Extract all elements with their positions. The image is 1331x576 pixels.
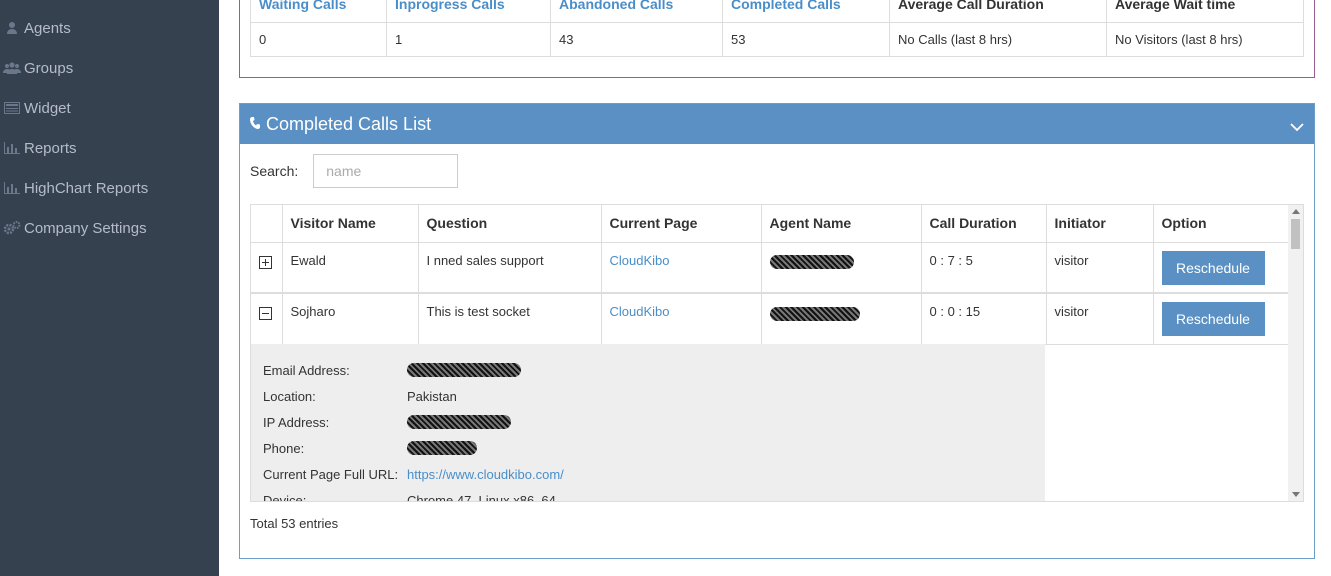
- panel-title: Completed Calls List: [266, 113, 432, 134]
- sidebar-item-company-settings[interactable]: Company Settings: [0, 208, 219, 248]
- stat-value-waiting: 0: [250, 22, 387, 57]
- sidebar: Agents Groups Widget Reports HighChart R…: [0, 0, 219, 576]
- col-expand: [251, 205, 283, 243]
- col-question[interactable]: Question: [418, 205, 602, 243]
- visitor-details: Email Address: Location: Pakistan IP Add…: [251, 344, 1045, 502]
- redacted-ip: [407, 415, 511, 429]
- search-row: Search:: [250, 154, 459, 188]
- table-header-row: Visitor Name Question Current Page Agent…: [251, 205, 1289, 243]
- users-icon: [0, 61, 24, 75]
- search-input[interactable]: [313, 154, 459, 188]
- gears-icon: [0, 221, 24, 235]
- search-label: Search:: [250, 163, 299, 179]
- sidebar-item-agents[interactable]: Agents: [0, 8, 219, 48]
- completed-calls-panel: Completed Calls List Search: Visitor Nam…: [239, 103, 1315, 559]
- question: I nned sales support: [418, 242, 602, 294]
- detail-url: Current Page Full URL: https://www.cloud…: [263, 466, 564, 482]
- scroll-down-icon[interactable]: [1292, 492, 1300, 497]
- col-current-page[interactable]: Current Page: [601, 205, 762, 243]
- stat-header-abandoned[interactable]: Abandoned Calls: [550, 0, 723, 23]
- stat-header-inprogress[interactable]: Inprogress Calls: [386, 0, 551, 23]
- detail-phone: Phone:: [263, 435, 1033, 461]
- initiator: visitor: [1046, 242, 1154, 294]
- calls-table-wrapper: Visitor Name Question Current Page Agent…: [250, 204, 1304, 502]
- detail-location: Location: Pakistan: [263, 388, 457, 404]
- panel-header: Completed Calls List: [240, 104, 1314, 144]
- stat-value-avg-duration: No Calls (last 8 hrs): [889, 22, 1107, 57]
- reschedule-button[interactable]: Reschedule: [1161, 302, 1265, 336]
- detail-device: Device: Chrome 47, Linux x86_64: [263, 492, 556, 502]
- calls-table: Visitor Name Question Current Page Agent…: [251, 205, 1289, 345]
- col-initiator[interactable]: Initiator: [1046, 205, 1154, 243]
- scroll-up-icon[interactable]: [1292, 209, 1300, 214]
- current-page-link[interactable]: CloudKibo: [610, 253, 670, 268]
- scroll-thumb[interactable]: [1291, 219, 1300, 249]
- sidebar-item-reports[interactable]: Reports: [0, 128, 219, 168]
- redacted-agent-name: [769, 306, 860, 321]
- chevron-down-icon[interactable]: [1290, 116, 1304, 137]
- stat-value-avg-wait: No Visitors (last 8 hrs): [1106, 22, 1304, 57]
- sidebar-item-highchart-reports[interactable]: HighChart Reports: [0, 168, 219, 208]
- question: This is test socket: [418, 292, 602, 345]
- stats-table: Waiting Calls Inprogress Calls Abandoned…: [250, 0, 1304, 57]
- stat-header-completed[interactable]: Completed Calls: [722, 0, 890, 23]
- call-duration: 0 : 0 : 15: [921, 292, 1047, 345]
- full-url-link[interactable]: https://www.cloudkibo.com/: [407, 467, 564, 482]
- stat-header-avg-duration: Average Call Duration: [889, 0, 1107, 23]
- stat-value-inprogress: 1: [386, 22, 551, 57]
- table-row: Sojharo This is test socket CloudKibo 0 …: [251, 292, 1289, 345]
- col-visitor-name[interactable]: Visitor Name: [282, 205, 419, 243]
- bar-chart-icon: [0, 142, 24, 154]
- stat-value-abandoned: 43: [550, 22, 723, 57]
- col-agent-name[interactable]: Agent Name: [761, 205, 922, 243]
- total-entries: Total 53 entries: [250, 516, 339, 531]
- redacted-phone: [407, 441, 477, 455]
- collapse-minus-icon[interactable]: [259, 307, 272, 320]
- col-call-duration[interactable]: Call Duration: [921, 205, 1047, 243]
- redacted-agent-name: [769, 255, 854, 270]
- user-icon: [0, 21, 24, 35]
- sidebar-item-widget[interactable]: Widget: [0, 88, 219, 128]
- visitor-name: Ewald: [282, 242, 419, 294]
- stat-header-waiting[interactable]: Waiting Calls: [250, 0, 387, 23]
- redacted-email: [407, 363, 521, 377]
- visitor-name: Sojharo: [282, 292, 419, 345]
- widget-icon: [0, 102, 24, 114]
- col-option: Option: [1153, 205, 1289, 243]
- table-row: Ewald I nned sales support CloudKibo 0 :…: [251, 242, 1289, 294]
- phone-icon: [250, 116, 260, 132]
- reschedule-button[interactable]: Reschedule: [1161, 250, 1265, 285]
- detail-ip: IP Address:: [263, 409, 1033, 435]
- table-scrollbar[interactable]: [1288, 205, 1303, 501]
- current-page-link[interactable]: CloudKibo: [610, 304, 670, 319]
- detail-email: Email Address:: [263, 357, 1033, 383]
- bar-chart-icon: [0, 182, 24, 194]
- call-duration: 0 : 7 : 5: [921, 242, 1047, 294]
- stat-value-completed: 53: [722, 22, 890, 57]
- stat-header-avg-wait: Average Wait time: [1106, 0, 1304, 23]
- sidebar-item-groups[interactable]: Groups: [0, 48, 219, 88]
- expand-plus-icon[interactable]: [259, 255, 272, 269]
- initiator: visitor: [1046, 292, 1154, 345]
